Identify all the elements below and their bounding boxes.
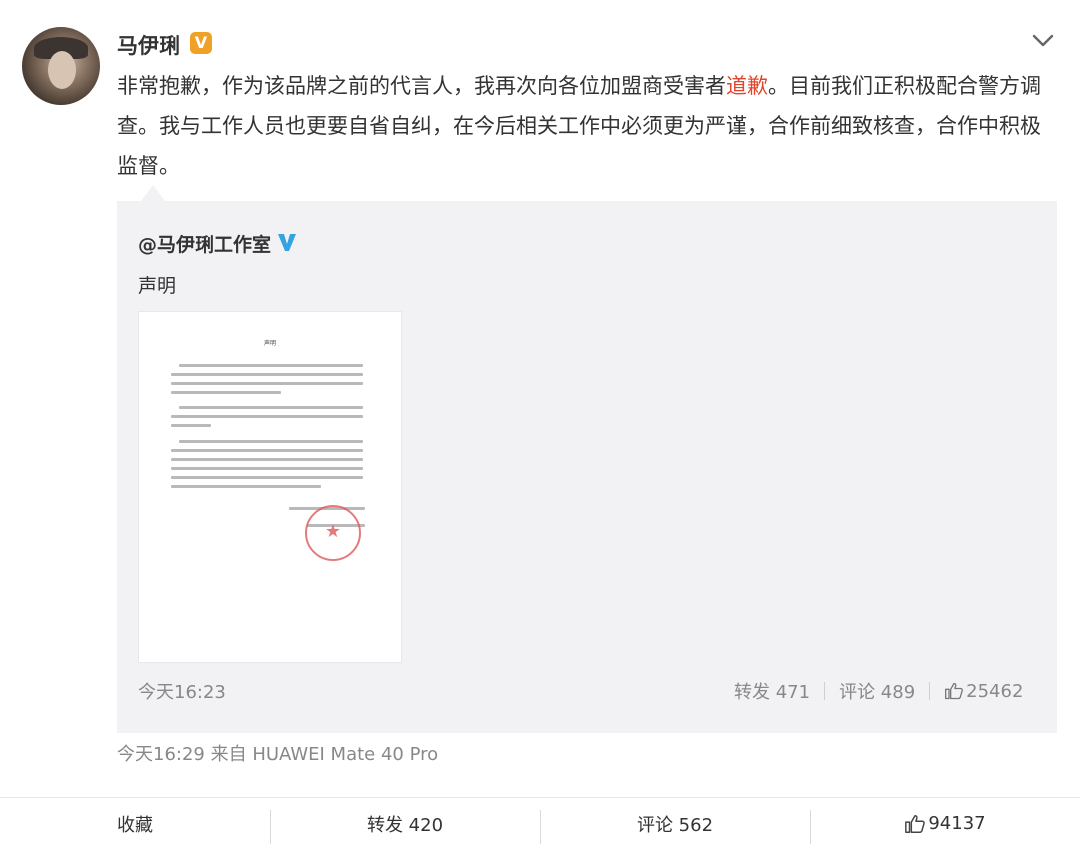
post-username[interactable]: 马伊琍 [117,30,180,60]
repost-text: 声明 [138,275,177,297]
repost-comment-count[interactable]: 评论 489 [839,678,915,704]
verified-blue-icon [278,234,296,251]
document-line [171,467,363,470]
stat-divider [929,682,931,700]
chevron-down-icon[interactable] [1032,34,1054,48]
like-label: 94137 [928,813,986,834]
post-meta: 今天16:29 来自 HUAWEI Mate 40 Pro [117,744,439,765]
comment-button[interactable]: 评论 562 [540,798,810,849]
post-text-part1: 非常抱歉，作为该品牌之前的代言人，我再次向各位加盟商受害者 [117,74,726,98]
avatar[interactable] [22,27,100,105]
favorite-button[interactable]: 收藏 [0,798,270,849]
document-line [171,476,363,479]
post-text-highlight[interactable]: 道歉 [726,74,768,98]
thumbs-up-icon [905,814,926,833]
statement-document-image[interactable]: 声明 [138,311,402,663]
document-line [171,373,363,376]
document-line [171,458,363,461]
forward-label: 转发 420 [366,814,444,836]
comment-label: 评论 562 [636,814,714,836]
document-line [171,424,211,427]
like-button[interactable]: 94137 [810,798,1080,849]
document-line [179,364,363,367]
repost-like-count[interactable]: 25462 [966,681,1023,702]
repost-forward-count[interactable]: 转发 471 [734,678,810,704]
repost-stats: 转发 471 评论 489 25462 [734,678,1023,704]
document-line [171,485,321,488]
action-bar: 收藏 转发 420 评论 562 94137 [0,798,1080,849]
document-line [171,449,363,452]
repost-username[interactable]: @马伊琍工作室 [138,230,271,257]
document-line [171,391,281,394]
stat-divider [824,682,826,700]
post-text: 非常抱歉，作为该品牌之前的代言人，我再次向各位加盟商受害者道歉。目前我们正积极配… [117,66,1047,186]
company-seal [305,505,361,561]
document-line [179,440,363,443]
document-line [171,382,363,385]
forward-button[interactable]: 转发 420 [270,798,540,849]
verified-badge-icon [190,32,212,54]
repost-time[interactable]: 今天16:23 [138,678,226,704]
repost-pointer [141,185,165,201]
favorite-label: 收藏 [117,814,153,836]
document-title: 声明 [263,340,276,347]
document-line [171,415,363,418]
thumbs-up-icon[interactable] [944,681,964,701]
avatar-face [48,51,76,89]
document-line [179,406,363,409]
